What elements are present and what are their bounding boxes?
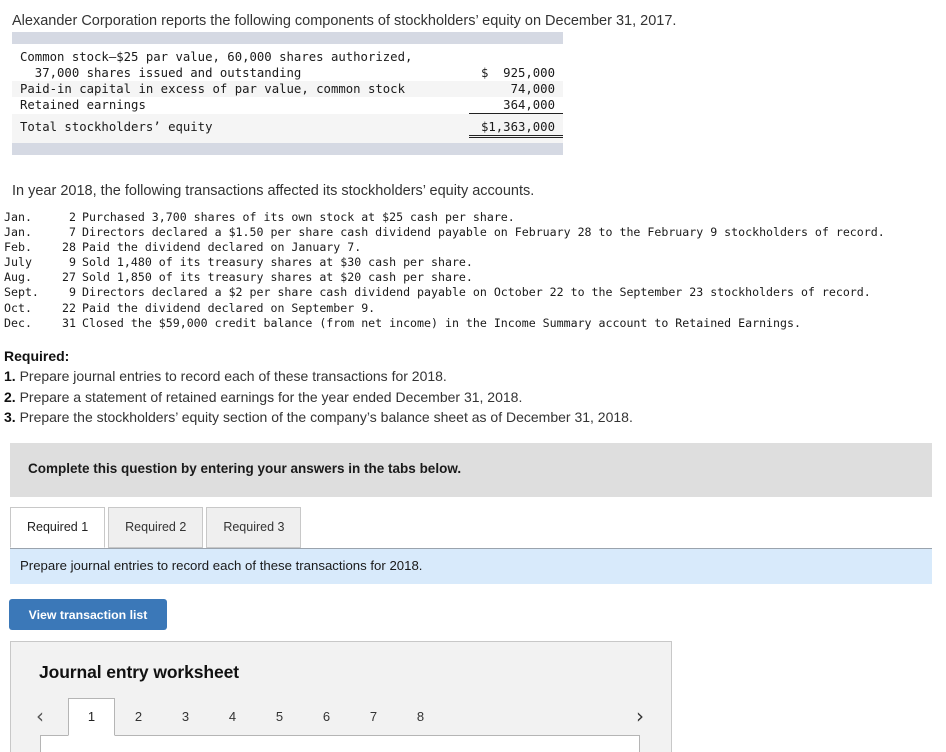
required-item-number: 2. xyxy=(4,388,16,405)
required-item-number: 1. xyxy=(4,368,16,385)
table-row: Retained earnings 364,000 xyxy=(12,97,563,114)
list-item: Aug. 27 Sold 1,850 of its treasury share… xyxy=(4,270,885,285)
footer-bar-right xyxy=(469,143,563,155)
transaction-text: Closed the $59,000 credit balance (from … xyxy=(82,315,801,330)
transaction-month: Sept. xyxy=(4,285,39,300)
chevron-left-icon[interactable]: ‹ xyxy=(36,705,44,727)
list-item: Jan. 2 Purchased 3,700 shares of its own… xyxy=(4,210,885,225)
required-item-number: 3. xyxy=(4,408,16,425)
equity-table-header-bar xyxy=(12,32,563,44)
equity-row-label: Common stock–$25 par value, 60,000 share… xyxy=(12,49,470,65)
equity-row-amount xyxy=(469,49,563,65)
table-row: Common stock–$25 par value, 60,000 share… xyxy=(12,49,563,65)
transaction-text: Paid the dividend declared on January 7. xyxy=(82,240,362,255)
required-item: 1. Prepare journal entries to record eac… xyxy=(4,366,633,386)
transaction-day: 9 xyxy=(69,285,76,300)
transaction-day: 2 xyxy=(69,210,76,224)
equity-row-label: Retained earnings xyxy=(12,97,470,114)
transaction-text: Sold 1,850 of its treasury shares at $20… xyxy=(82,270,473,285)
worksheet-answer-area[interactable] xyxy=(40,735,640,752)
worksheet-page-5[interactable]: 5 xyxy=(256,698,303,736)
list-item: July 9 Sold 1,480 of its treasury shares… xyxy=(4,255,885,270)
intro-paragraph-2: In year 2018, the following transactions… xyxy=(12,183,535,199)
worksheet-title: Journal entry worksheet xyxy=(39,662,239,682)
required-tabs: Required 1 Required 2 Required 3 xyxy=(10,507,304,548)
list-item: Feb. 28 Paid the dividend declared on Ja… xyxy=(4,240,885,255)
equity-row-label: 37,000 shares issued and outstanding xyxy=(12,65,470,81)
transaction-month: Aug. xyxy=(4,270,32,285)
transaction-day: 7 xyxy=(69,225,76,240)
transaction-month: Oct. xyxy=(4,300,32,315)
worksheet-page-tabs: 1 2 3 4 5 6 7 8 xyxy=(68,698,444,736)
transaction-list: Jan. 2 Purchased 3,700 shares of its own… xyxy=(4,210,885,331)
worksheet-pager: ‹ 1 2 3 4 5 6 7 8 › xyxy=(36,698,648,736)
transaction-text: Directors declared a $1.50 per share cas… xyxy=(82,225,885,240)
equity-row-amount: $ 925,000 xyxy=(469,65,563,81)
transaction-month: July xyxy=(4,255,32,270)
list-item: Sept. 9 Directors declared a $2 per shar… xyxy=(4,285,885,300)
transaction-month: Feb. xyxy=(4,240,32,255)
worksheet-page-1[interactable]: 1 xyxy=(68,698,115,736)
transaction-month: Jan. xyxy=(4,225,32,240)
worksheet-page-7[interactable]: 7 xyxy=(350,698,397,736)
transaction-month: Jan. xyxy=(4,210,32,224)
transaction-text: Purchased 3,700 shares of its own stock … xyxy=(82,210,515,224)
required-heading: Required: xyxy=(4,348,70,364)
transaction-month: Dec. xyxy=(4,315,32,330)
required-section: Required: 1. Prepare journal entries to … xyxy=(4,346,633,427)
transaction-day: 31 xyxy=(62,315,76,330)
transaction-day: 28 xyxy=(62,240,76,255)
tab-required-3[interactable]: Required 3 xyxy=(206,507,302,548)
tab-required-2[interactable]: Required 2 xyxy=(108,507,204,548)
equity-total-label: Total stockholders’ equity xyxy=(12,119,470,137)
table-row-total: Total stockholders’ equity $1,363,000 xyxy=(12,119,563,138)
required-item-text: Prepare journal entries to record each o… xyxy=(19,368,447,385)
chevron-right-icon[interactable]: › xyxy=(636,705,644,727)
list-item: Oct. 22 Paid the dividend declared on Se… xyxy=(4,301,885,316)
worksheet-page-2[interactable]: 2 xyxy=(115,698,162,736)
transaction-day: 27 xyxy=(62,270,76,285)
equity-row-amount: 364,000 xyxy=(469,97,563,114)
complete-question-text: Complete this question by entering your … xyxy=(28,461,462,476)
required-item: 2. Prepare a statement of retained earni… xyxy=(4,387,633,407)
transaction-list-body: Jan. 2 Purchased 3,700 shares of its own… xyxy=(4,210,885,331)
equity-total-amount: $1,363,000 xyxy=(469,119,563,138)
required-item-text: Prepare a statement of retained earnings… xyxy=(19,388,523,405)
transaction-text: Paid the dividend declared on September … xyxy=(82,300,376,315)
list-item: Dec. 31 Closed the $59,000 credit balanc… xyxy=(4,316,885,331)
transaction-text: Sold 1,480 of its treasury shares at $30… xyxy=(82,255,473,270)
tab-required-1[interactable]: Required 1 xyxy=(10,507,106,548)
header-bar-right xyxy=(469,32,563,44)
worksheet-page-3[interactable]: 3 xyxy=(162,698,209,736)
transaction-day: 9 xyxy=(69,255,76,270)
equity-table-footer-bar xyxy=(12,143,563,155)
table-row: 37,000 shares issued and outstanding $ 9… xyxy=(12,65,563,81)
header-bar-left xyxy=(12,32,470,44)
worksheet-page-6[interactable]: 6 xyxy=(303,698,350,736)
required-item-text: Prepare the stockholders’ equity section… xyxy=(19,408,633,425)
worksheet-page-4[interactable]: 4 xyxy=(209,698,256,736)
equity-row-amount: 74,000 xyxy=(469,81,563,97)
transaction-day: 22 xyxy=(62,300,76,315)
transaction-text: Directors declared a $2 per share cash d… xyxy=(82,285,871,300)
view-transaction-list-button[interactable]: View transaction list xyxy=(9,599,167,630)
table-row: Paid-in capital in excess of par value, … xyxy=(12,81,563,97)
instruction-bar: Prepare journal entries to record each o… xyxy=(10,548,932,584)
equity-table-body: Common stock–$25 par value, 60,000 share… xyxy=(12,32,563,155)
intro-paragraph-1: Alexander Corporation reports the follow… xyxy=(12,13,677,29)
complete-question-banner: Complete this question by entering your … xyxy=(10,443,932,497)
equity-row-label: Paid-in capital in excess of par value, … xyxy=(12,81,470,97)
footer-bar-left xyxy=(12,143,470,155)
list-item: Jan. 7 Directors declared a $1.50 per sh… xyxy=(4,225,885,240)
required-item: 3. Prepare the stockholders’ equity sect… xyxy=(4,407,633,427)
instruction-text: Prepare journal entries to record each o… xyxy=(20,558,423,573)
worksheet-page-8[interactable]: 8 xyxy=(397,698,444,736)
stockholders-equity-table: Common stock–$25 par value, 60,000 share… xyxy=(12,32,563,155)
